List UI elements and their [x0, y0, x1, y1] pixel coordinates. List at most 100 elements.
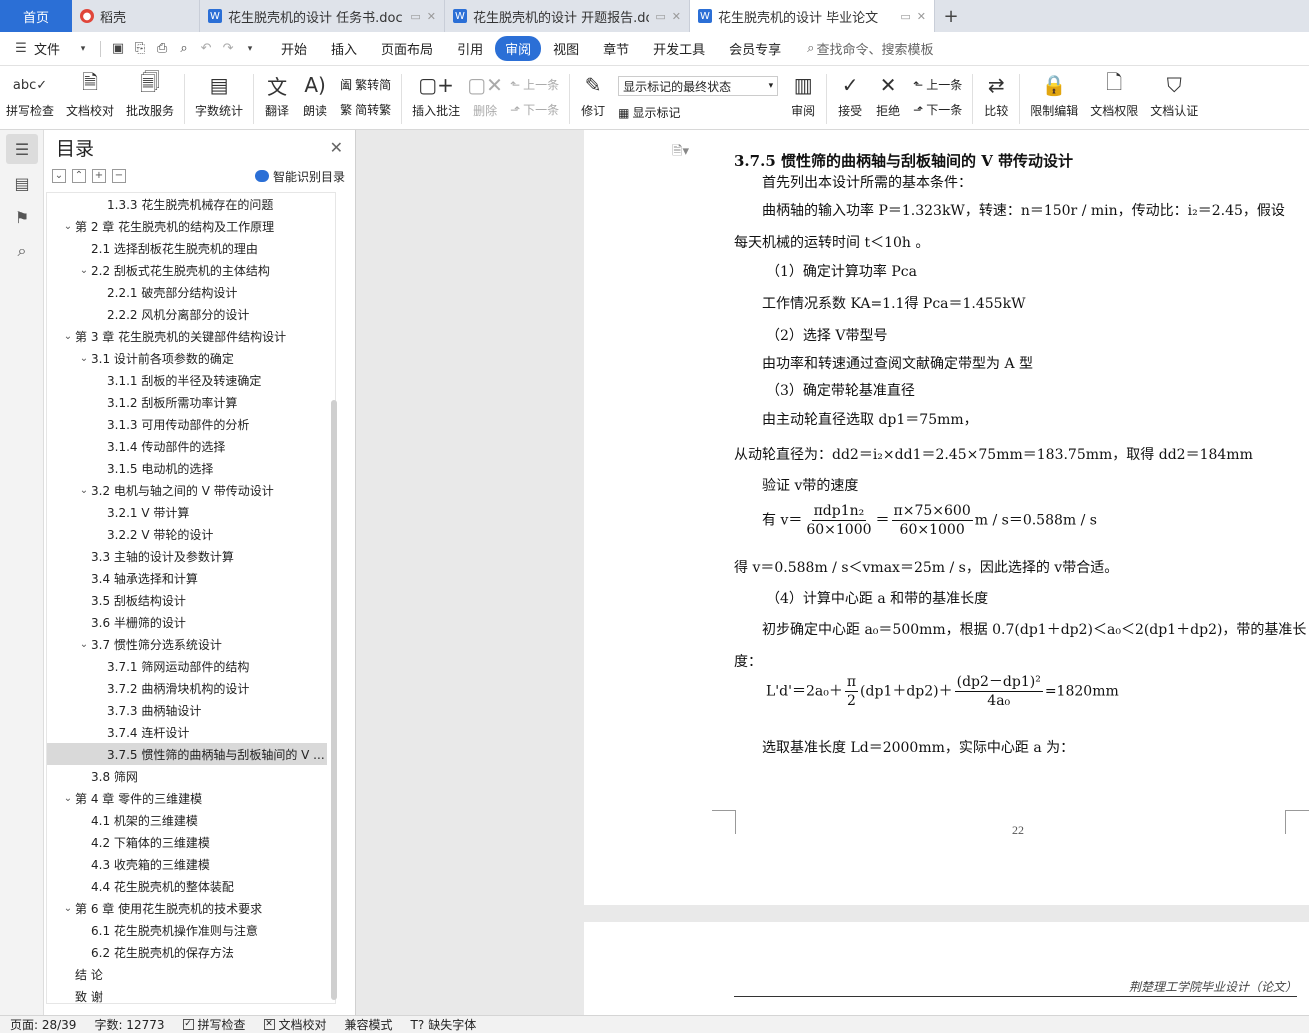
chevron-down-icon[interactable]: ⌄ — [61, 331, 75, 342]
customize-icon[interactable]: ▾ — [239, 44, 261, 54]
toc-item[interactable]: 2.2.1 破壳部分结构设计 — [47, 281, 335, 303]
toc-item[interactable]: 3.1.1 刮板的半径及转速确定 — [47, 369, 335, 391]
menu-member[interactable]: 会员专享 — [717, 39, 793, 58]
chevron-down-icon[interactable]: ⌄ — [61, 221, 75, 232]
toc-item[interactable]: 3.8 筛网 — [47, 765, 335, 787]
menu-view[interactable]: 视图 — [541, 39, 591, 58]
menu-chapter[interactable]: 章节 — [591, 39, 641, 58]
search-icon[interactable]: ⌕ — [6, 236, 38, 266]
track-changes-button[interactable]: ✎ 修订 — [574, 72, 612, 119]
toc-item[interactable]: ⌄ 3.1 设计前各项参数的确定 — [47, 347, 335, 369]
toc-item[interactable]: 3.4 轴承选择和计算 — [47, 567, 335, 589]
menu-start[interactable]: 开始 — [269, 39, 319, 58]
document-page[interactable]: 🗎▾ 3.7.5 惯性筛的曲柄轴与刮板轴间的 V 带传动设计 首先列出本设计所需… — [584, 130, 1309, 905]
export-icon[interactable]: ⎘ — [129, 41, 151, 56]
menu-review[interactable]: 审阅 — [495, 36, 542, 61]
undo-icon[interactable]: ↶ — [195, 41, 217, 56]
chevron-down-icon[interactable]: ⌄ — [77, 353, 91, 364]
read-aloud-button[interactable]: A) 朗读 — [296, 72, 334, 119]
page-indicator[interactable]: 页面: 28/39 — [10, 1016, 76, 1033]
new-tab-button[interactable]: + — [935, 0, 967, 32]
toc-item[interactable]: 4.3 收壳箱的三维建模 — [47, 853, 335, 875]
toc-item[interactable]: 3.7.4 连杆设计 — [47, 721, 335, 743]
expand-all-icon[interactable]: ⌃ — [72, 169, 86, 183]
toc-item[interactable]: 3.6 半栅筛的设计 — [47, 611, 335, 633]
status-spell-check[interactable]: ✓ 拼写检查 — [182, 1016, 246, 1033]
bookmark-icon[interactable]: ⚑ — [6, 202, 38, 232]
chevron-down-icon[interactable]: ⌄ — [77, 639, 91, 650]
tab-proposal-doc[interactable]: W 花生脱壳机的设计 开题报告.doc ▭ ✕ — [445, 0, 690, 32]
word-count-button[interactable]: ▤ 字数统计 — [189, 72, 249, 119]
menu-insert[interactable]: 插入 — [319, 39, 369, 58]
next-change-button[interactable]: ⬏ 下一条 — [913, 101, 962, 118]
toc-item[interactable]: 3.7.5 惯性筛的曲柄轴与刮板轴间的 V ... — [47, 743, 327, 765]
menu-file[interactable]: 文件 — [32, 39, 72, 58]
spell-check-button[interactable]: abc✓ 拼写检查 — [0, 72, 60, 119]
translate-button[interactable]: 文 翻译 — [258, 72, 296, 119]
tab-docer[interactable]: ● 稻壳 — [72, 0, 200, 32]
accept-button[interactable]: ✓ 接受 — [831, 72, 869, 119]
missing-font-button[interactable]: T? 缺失字体 — [411, 1016, 477, 1033]
toc-item[interactable]: 3.7.2 曲柄滑块机构的设计 — [47, 677, 335, 699]
toc-item[interactable]: 1.3.3 花生脱壳机械存在的问题 — [47, 193, 335, 215]
toc-item[interactable]: 3.1.2 刮板所需功率计算 — [47, 391, 335, 413]
menu-developer[interactable]: 开发工具 — [641, 39, 717, 58]
toc-item[interactable]: 2.2.2 风机分离部分的设计 — [47, 303, 335, 325]
restrict-edit-button[interactable]: 🔒 限制编辑 — [1024, 72, 1084, 119]
menu-layout[interactable]: 页面布局 — [369, 39, 445, 58]
toc-item[interactable]: 4.1 机架的三维建模 — [47, 809, 335, 831]
compare-button[interactable]: ⇄ 比较 — [977, 72, 1015, 119]
toc-item[interactable]: 6.1 花生脱壳机操作准则与注意 — [47, 919, 335, 941]
command-search[interactable]: 查找命令、搜索模板 — [814, 39, 933, 58]
chapter-nav-icon[interactable]: ▤ — [6, 168, 38, 198]
trad-to-simp-button[interactable]: 阖繁转简 — [340, 76, 391, 93]
document-page[interactable]: 荆楚理工学院毕业设计（论文） — [584, 922, 1309, 1015]
word-count-indicator[interactable]: 字数: 12773 — [94, 1016, 164, 1033]
toc-item[interactable]: ⌄ 2.2 刮板式花生脱壳机的主体结构 — [47, 259, 335, 281]
insert-comment-button[interactable]: ▢+ 插入批注 — [406, 72, 466, 119]
toc-item[interactable]: 3.7.3 曲柄轴设计 — [47, 699, 335, 721]
doc-certify-button[interactable]: ⛉ 文档认证 — [1144, 72, 1204, 119]
chevron-down-icon[interactable]: ⌄ — [61, 793, 75, 804]
simp-to-trad-button[interactable]: 繁简转繁 — [340, 101, 391, 118]
toc-item[interactable]: 6.2 花生脱壳机的保存方法 — [47, 941, 335, 963]
toc-item[interactable]: 3.1.3 可用传动部件的分析 — [47, 413, 335, 435]
correction-service-button[interactable]: 🗐 批改服务 — [120, 70, 180, 119]
prev-change-button[interactable]: ⬑ 上一条 — [913, 76, 962, 93]
chevron-down-icon[interactable]: ▾ — [72, 44, 94, 54]
save-icon[interactable]: ▣ — [107, 41, 129, 56]
toc-item[interactable]: 结 论 — [47, 963, 335, 985]
menu-references[interactable]: 引用 — [445, 39, 495, 58]
print-preview-icon[interactable]: ⌕ — [173, 41, 195, 56]
doc-rights-button[interactable]: 🗋 文档权限 — [1084, 70, 1144, 119]
markup-state-select[interactable]: 显示标记的最终状态 ▾ — [618, 76, 779, 96]
close-icon[interactable]: ✕ — [672, 10, 681, 23]
review-pane-button[interactable]: ▥ 审阅 — [784, 72, 822, 119]
smart-toc-button[interactable]: 智能识别目录 — [254, 168, 345, 185]
close-icon[interactable]: ✕ — [917, 10, 926, 23]
chevron-down-icon[interactable]: ⌄ — [77, 265, 91, 276]
chevron-down-icon[interactable]: ⌄ — [61, 903, 75, 914]
toc-item[interactable]: ⌄ 第 2 章 花生脱壳机的结构及工作原理 — [47, 215, 335, 237]
reject-button[interactable]: ✕ 拒绝 — [869, 72, 907, 119]
toc-item[interactable]: 4.4 花生脱壳机的整体装配 — [47, 875, 335, 897]
toc-item[interactable]: 3.1.4 传动部件的选择 — [47, 435, 335, 457]
close-icon[interactable]: ✕ — [427, 10, 436, 23]
toc-item[interactable]: 4.2 下箱体的三维建模 — [47, 831, 335, 853]
redo-icon[interactable]: ↷ — [217, 41, 239, 56]
next-comment-button[interactable]: ⬏ 下一条 — [510, 101, 559, 118]
proofread-button[interactable]: 🗎 文档校对 — [60, 70, 120, 119]
toc-pane-icon[interactable]: ☰ — [6, 134, 38, 164]
print-icon[interactable]: ⎙ — [151, 41, 173, 56]
close-icon[interactable]: ✕ — [330, 138, 343, 157]
prev-comment-button[interactable]: ⬑ 上一条 — [510, 76, 559, 93]
delete-comment-button[interactable]: ▢✕ 删除 — [466, 72, 504, 119]
remove-item-icon[interactable]: − — [112, 169, 126, 183]
toc-item[interactable]: 3.2.2 V 带轮的设计 — [47, 523, 335, 545]
toc-item[interactable]: 2.1 选择刮板花生脱壳机的理由 — [47, 237, 335, 259]
toc-item[interactable]: ⌄ 第 4 章 零件的三维建模 — [47, 787, 335, 809]
add-item-icon[interactable]: + — [92, 169, 106, 183]
toc-item[interactable]: 3.7.1 筛网运动部件的结构 — [47, 655, 335, 677]
tab-home[interactable]: 首页 — [0, 0, 72, 32]
tab-task-doc[interactable]: W 花生脱壳机的设计 任务书.doc ▭ ✕ — [200, 0, 445, 32]
